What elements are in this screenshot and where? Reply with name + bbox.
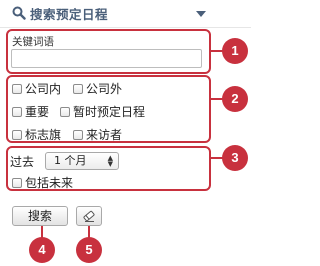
period-select[interactable]: 1 个月 ▲ ▼ — [45, 152, 119, 170]
filter-label: 来访者 — [86, 128, 123, 142]
filter-flagged[interactable]: 标志旗 — [12, 126, 61, 143]
checkbox[interactable] — [73, 83, 83, 94]
period-select-value: 1 个月 — [54, 154, 87, 167]
panel-header[interactable]: 搜索预定日程 — [0, 0, 251, 28]
filter-label: 暂时预定日程 — [73, 105, 146, 119]
select-arrows-icon: ▲ ▼ — [107, 154, 113, 168]
checkbox[interactable] — [12, 129, 22, 140]
filter-external[interactable]: 公司外 — [73, 80, 122, 97]
checkbox[interactable] — [73, 129, 83, 140]
filter-label: 公司内 — [25, 82, 62, 96]
filter-label: 标志旗 — [25, 128, 62, 142]
filter-important[interactable]: 重要 — [12, 103, 49, 120]
filter-tentative[interactable]: 暂时预定日程 — [60, 103, 145, 120]
include-future-label: 包括未来 — [25, 176, 74, 190]
callout-badge-3: 3 — [222, 145, 248, 171]
checkbox[interactable] — [60, 106, 70, 117]
keyword-label: 关键词语 — [12, 36, 54, 48]
panel-title: 搜索预定日程 — [30, 7, 109, 22]
triangle-down-icon[interactable] — [196, 11, 206, 18]
checkbox[interactable] — [12, 106, 22, 117]
filter-visitor[interactable]: 来访者 — [73, 126, 122, 143]
clear-button[interactable] — [76, 206, 102, 226]
filter-label: 公司外 — [86, 82, 123, 96]
callout-badge-2: 2 — [222, 86, 248, 112]
search-icon — [12, 6, 26, 20]
period-prefix: 过去 — [10, 155, 35, 169]
filter-internal[interactable]: 公司内 — [12, 80, 61, 97]
search-button[interactable]: 搜索 — [12, 206, 68, 226]
checkbox[interactable] — [12, 83, 22, 94]
callout-badge-5: 5 — [76, 237, 102, 263]
include-future-option[interactable]: 包括未来 — [12, 174, 73, 191]
checkbox[interactable] — [12, 177, 22, 188]
keyword-input[interactable] — [11, 49, 202, 68]
callout-badge-4: 4 — [29, 237, 55, 263]
filter-label: 重要 — [25, 105, 50, 119]
callout-badge-1: 1 — [222, 38, 248, 64]
eraser-icon — [83, 210, 95, 222]
